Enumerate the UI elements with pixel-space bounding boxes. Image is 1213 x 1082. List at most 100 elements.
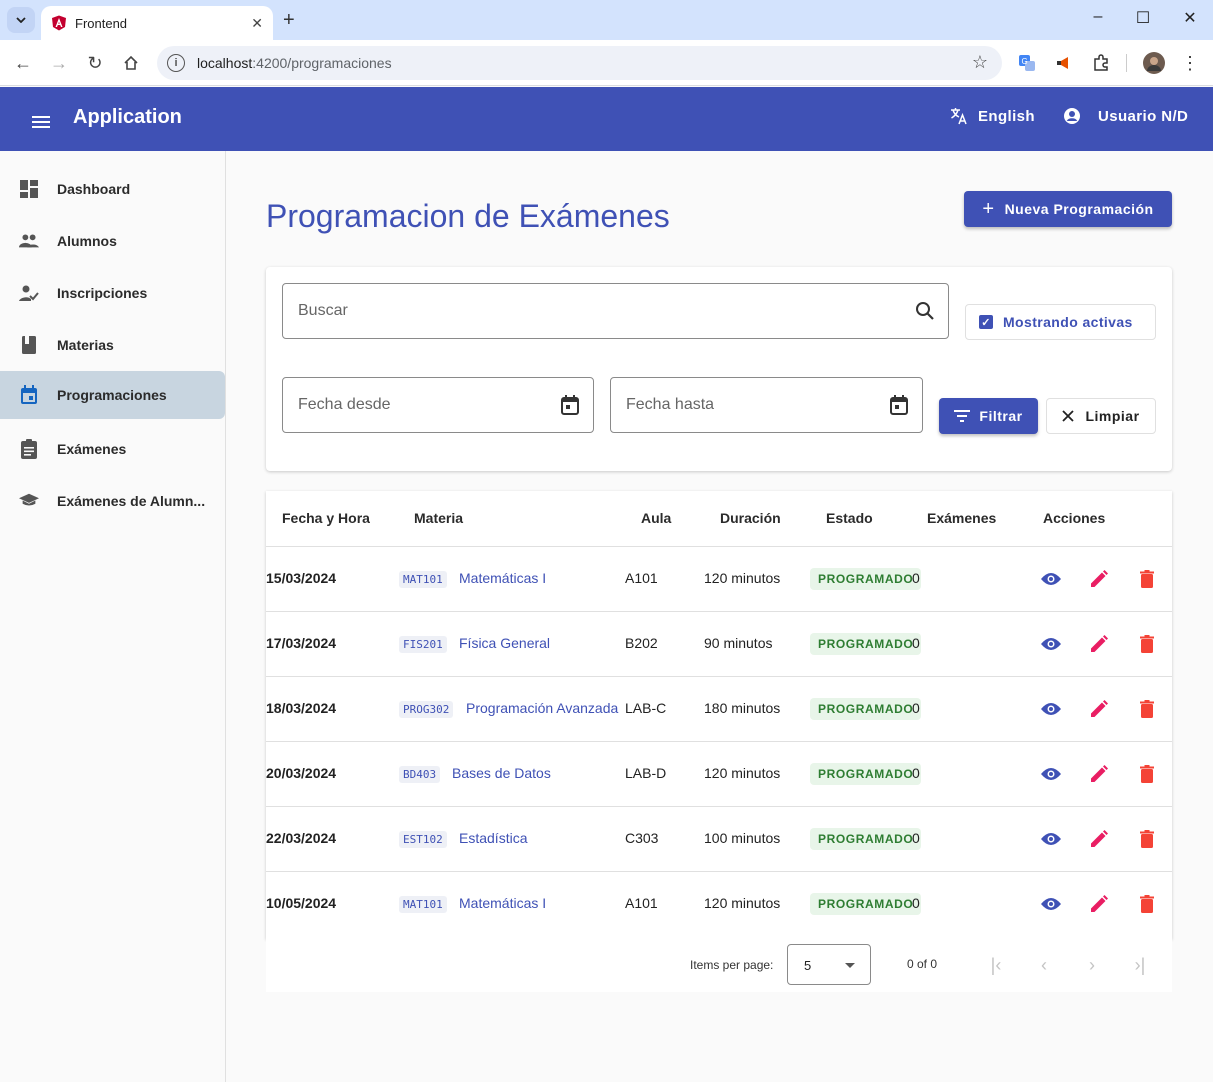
close-tab-icon[interactable]: ✕ — [251, 15, 263, 32]
edit-icon[interactable] — [1087, 632, 1111, 656]
view-icon[interactable] — [1039, 697, 1063, 721]
more-menu-icon[interactable]: ⋮ — [1179, 52, 1201, 74]
last-page-icon[interactable]: ›| — [1129, 954, 1151, 976]
delete-icon[interactable] — [1135, 697, 1159, 721]
materia-link[interactable]: Bases de Datos — [452, 765, 551, 781]
page-size-select[interactable]: 5 — [787, 944, 871, 985]
date-to-field[interactable]: Fecha hasta — [610, 377, 923, 433]
sidebar-item-alumnos[interactable]: Alumnos — [0, 217, 225, 265]
sidebar-item-label: Materias — [57, 337, 114, 353]
edit-icon[interactable] — [1087, 697, 1111, 721]
user-menu-button[interactable]: Usuario N/D — [1063, 107, 1188, 125]
materia-link[interactable]: Física General — [459, 635, 550, 651]
materia-link[interactable]: Matemáticas I — [459, 570, 546, 586]
date-from-placeholder: Fecha desde — [298, 396, 391, 413]
row-examenes: 0 — [912, 570, 920, 586]
home-icon[interactable] — [119, 51, 143, 75]
toolbar-divider — [1126, 54, 1127, 72]
status-badge: PROGRAMADO — [810, 633, 922, 655]
delete-icon[interactable] — [1135, 827, 1159, 851]
row-aula: B202 — [625, 635, 658, 651]
minimize-icon[interactable]: – — [1086, 8, 1110, 26]
delete-icon[interactable] — [1135, 762, 1159, 786]
address-bar[interactable]: i localhost:4200/programaciones ☆ — [157, 46, 1002, 80]
view-icon[interactable] — [1039, 632, 1063, 656]
column-header-materia[interactable]: Materia — [414, 510, 463, 526]
row-fecha: 20/03/2024 — [266, 765, 337, 781]
programaciones-table: Fecha y Hora Materia Aula Duración Estad… — [266, 491, 1172, 939]
materia-code: MAT101 — [399, 571, 447, 588]
row-examenes: 0 — [912, 830, 920, 846]
column-header-duracion[interactable]: Duración — [720, 510, 781, 526]
forward-icon[interactable]: → — [47, 51, 71, 75]
book-icon — [19, 335, 39, 355]
checkbox-checked-icon[interactable]: ✓ — [979, 315, 993, 329]
extensions-puzzle-icon[interactable] — [1090, 52, 1112, 74]
tab-search-button[interactable] — [7, 7, 35, 33]
table-row: 22/03/2024 EST102 Estadística C303 100 m… — [266, 806, 1172, 871]
column-header-estado[interactable]: Estado — [826, 510, 873, 526]
new-programacion-button[interactable]: + Nueva Programación — [964, 191, 1172, 227]
calendar-picker-icon[interactable] — [888, 394, 910, 416]
row-duracion: 120 minutos — [704, 765, 781, 781]
search-icon[interactable] — [914, 300, 936, 322]
status-badge: PROGRAMADO — [810, 828, 922, 850]
clear-button[interactable]: Limpiar — [1046, 398, 1156, 434]
sidebar-item-examenes-alumnos[interactable]: Exámenes de Alumn... — [0, 477, 225, 525]
translate-icon — [951, 108, 967, 125]
view-icon[interactable] — [1039, 827, 1063, 851]
sidebar-item-examenes[interactable]: Exámenes — [0, 425, 225, 473]
column-header-fecha[interactable]: Fecha y Hora — [282, 510, 370, 526]
hamburger-menu-icon[interactable] — [32, 116, 50, 128]
calendar-icon — [19, 385, 39, 405]
language-button[interactable]: English — [950, 107, 1035, 125]
row-fecha: 17/03/2024 — [266, 635, 337, 651]
calendar-picker-icon[interactable] — [559, 394, 581, 416]
active-filter-toggle[interactable]: ✓ Mostrando activas — [965, 304, 1156, 340]
sidebar-item-materias[interactable]: Materias — [0, 321, 225, 369]
row-aula: LAB-C — [625, 700, 667, 716]
materia-link[interactable]: Programación Avanzada — [466, 700, 618, 716]
search-placeholder: Buscar — [298, 302, 348, 319]
delete-icon[interactable] — [1135, 632, 1159, 656]
row-examenes: 0 — [912, 895, 920, 911]
column-header-aula[interactable]: Aula — [641, 510, 671, 526]
delete-icon[interactable] — [1135, 892, 1159, 916]
materia-link[interactable]: Estadística — [459, 830, 527, 846]
sidebar-item-programaciones[interactable]: Programaciones — [0, 371, 225, 419]
first-page-icon[interactable]: |‹ — [985, 954, 1007, 976]
close-icon — [1062, 410, 1075, 422]
sidebar-item-dashboard[interactable]: Dashboard — [0, 165, 225, 213]
profile-avatar[interactable] — [1143, 52, 1165, 74]
view-icon[interactable] — [1039, 762, 1063, 786]
megaphone-extension-icon[interactable] — [1053, 52, 1075, 74]
filter-button[interactable]: Filtrar — [939, 398, 1038, 434]
edit-icon[interactable] — [1087, 762, 1111, 786]
date-to-placeholder: Fecha hasta — [626, 396, 715, 413]
bookmark-star-icon[interactable]: ☆ — [972, 52, 988, 73]
site-info-icon[interactable]: i — [167, 54, 185, 72]
edit-icon[interactable] — [1087, 827, 1111, 851]
previous-page-icon[interactable]: ‹ — [1033, 954, 1055, 976]
app-toolbar: Application English Usuario N/D — [0, 87, 1213, 151]
row-fecha: 15/03/2024 — [266, 570, 337, 586]
sidebar-item-inscripciones[interactable]: Inscripciones — [0, 269, 225, 317]
delete-icon[interactable] — [1135, 567, 1159, 591]
view-icon[interactable] — [1039, 892, 1063, 916]
view-icon[interactable] — [1039, 567, 1063, 591]
reload-icon[interactable]: ↻ — [83, 51, 107, 75]
maximize-icon[interactable]: ☐ — [1131, 8, 1155, 28]
close-window-icon[interactable]: ✕ — [1178, 8, 1202, 28]
materia-link[interactable]: Matemáticas I — [459, 895, 546, 911]
browser-tab[interactable]: Frontend ✕ — [41, 6, 273, 40]
edit-icon[interactable] — [1087, 567, 1111, 591]
date-from-field[interactable]: Fecha desde — [282, 377, 594, 433]
back-icon[interactable]: ← — [11, 51, 35, 75]
translate-extension-icon[interactable]: G — [1016, 52, 1038, 74]
new-tab-button[interactable]: + — [283, 9, 295, 32]
column-header-examenes[interactable]: Exámenes — [927, 510, 996, 526]
page-range-label: 0 of 0 — [907, 957, 938, 971]
search-input[interactable]: Buscar — [282, 283, 949, 339]
next-page-icon[interactable]: › — [1081, 954, 1103, 976]
edit-icon[interactable] — [1087, 892, 1111, 916]
